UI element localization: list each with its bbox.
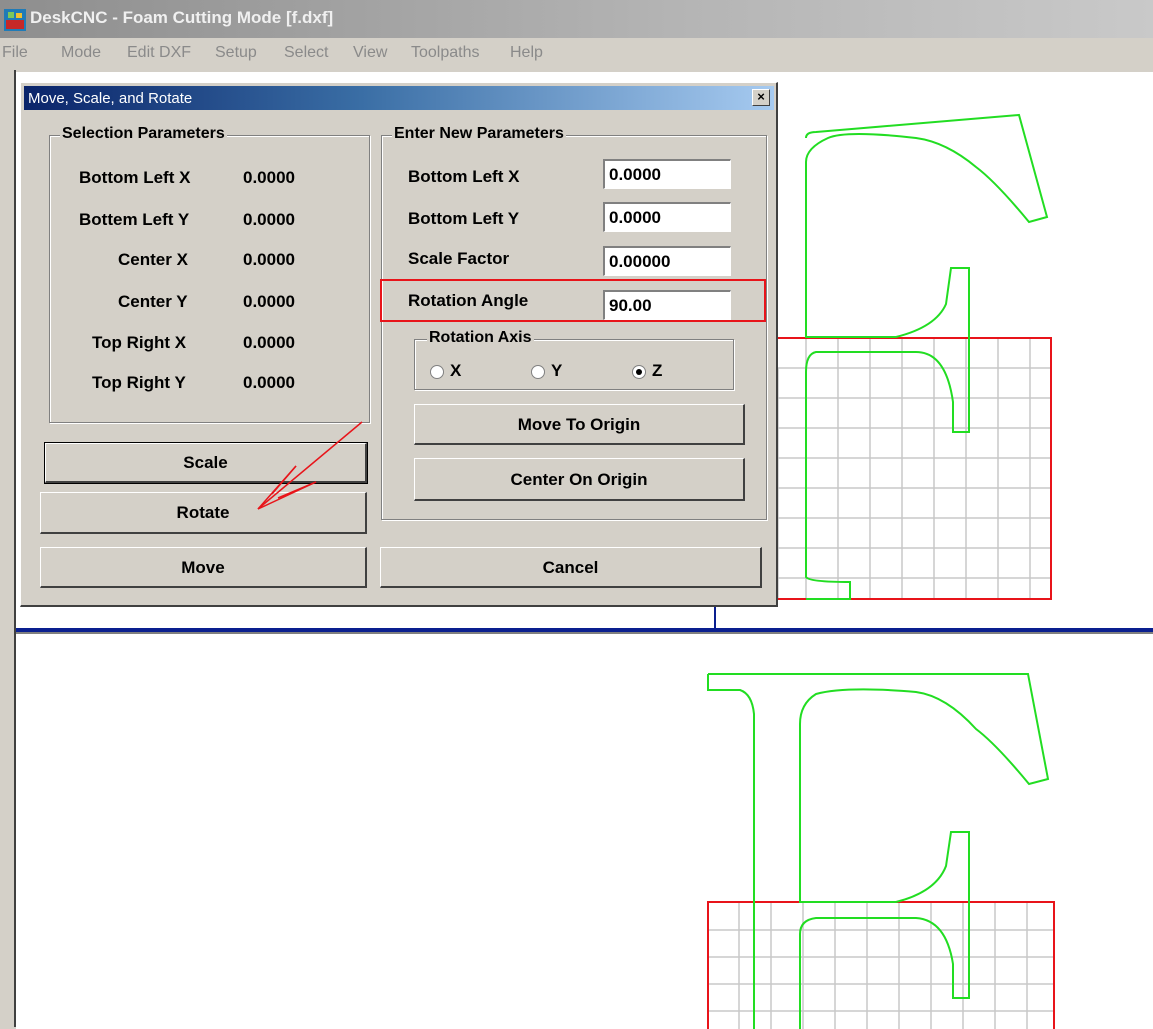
sel-value-top-right-y: 0.0000	[243, 373, 295, 392]
radio-icon	[430, 364, 444, 379]
sel-value-center-y: 0.0000	[243, 292, 295, 311]
bottom-view-drawing	[707, 673, 1055, 1029]
axis-x-radio[interactable]: X	[430, 361, 461, 381]
sel-label-top-right-x: Top Right X	[92, 333, 187, 352]
scale-factor-input[interactable]	[603, 246, 731, 276]
axis-y-radio[interactable]: Y	[531, 361, 562, 381]
bottom-view-canvas[interactable]	[16, 632, 1153, 1029]
radio-selected-icon	[632, 364, 646, 379]
new-parameters-title: Enter New Parameters	[392, 125, 566, 143]
menu-select[interactable]: Select	[284, 44, 328, 62]
axis-y-label: Y	[551, 361, 563, 380]
sel-value-top-right-x: 0.0000	[243, 333, 295, 352]
stock-outline-bottom	[707, 901, 1055, 1029]
menu-view[interactable]: View	[353, 44, 387, 62]
menu-toolpaths[interactable]: Toolpaths	[411, 44, 480, 62]
stock-outline	[778, 337, 1052, 600]
rotation-axis-title: Rotation Axis	[427, 329, 534, 347]
axis-x-label: X	[450, 361, 462, 380]
scale-button[interactable]: Scale	[44, 442, 368, 484]
radio-icon	[531, 364, 545, 379]
mdi-frame	[0, 70, 16, 1027]
axis-z-radio[interactable]: Z	[632, 361, 662, 381]
new-label-bottom-left-y: Bottom Left Y	[408, 209, 520, 228]
move-button[interactable]: Move	[40, 547, 367, 588]
menu-help[interactable]: Help	[510, 44, 543, 62]
new-label-scale-factor: Scale Factor	[408, 249, 510, 268]
cancel-button[interactable]: Cancel	[380, 547, 762, 588]
center-on-origin-button[interactable]: Center On Origin	[414, 458, 745, 501]
sel-label-bottom-left-y: Bottem Left Y	[79, 210, 190, 229]
stock-grid	[777, 338, 1051, 599]
rotate-button[interactable]: Rotate	[40, 492, 367, 534]
part-profile	[805, 113, 1049, 600]
sel-label-top-right-y: Top Right Y	[92, 373, 186, 392]
dialog-title: Move, Scale, and Rotate	[28, 90, 193, 107]
sel-label-center-x: Center X	[118, 250, 188, 269]
new-label-bottom-left-x: Bottom Left X	[408, 167, 520, 186]
menu-file[interactable]: File	[2, 44, 28, 62]
menu-bar: File Mode Edit DXF Setup Select View Too…	[0, 38, 1153, 70]
sel-label-center-y: Center Y	[118, 292, 188, 311]
selection-parameters-title: Selection Parameters	[60, 125, 227, 143]
window-title: DeskCNC - Foam Cutting Mode [f.dxf]	[30, 8, 334, 27]
close-icon[interactable]: ×	[752, 89, 770, 106]
bottom-left-y-input[interactable]	[603, 202, 731, 232]
sel-value-bottom-left-x: 0.0000	[243, 168, 295, 187]
axis-z-label: Z	[652, 361, 663, 380]
part-profile-bottom	[707, 673, 1050, 1029]
sel-value-center-x: 0.0000	[243, 250, 295, 269]
menu-mode[interactable]: Mode	[61, 44, 101, 62]
dialog-titlebar: Move, Scale, and Rotate ×	[24, 86, 774, 110]
sel-label-bottom-left-x: Bottom Left X	[79, 168, 191, 187]
menu-edit-dxf[interactable]: Edit DXF	[127, 44, 191, 62]
app-icon	[4, 9, 26, 31]
rotation-angle-highlight	[380, 279, 766, 322]
stock-grid-bottom	[708, 902, 1054, 1029]
bottom-left-x-input[interactable]	[603, 159, 731, 189]
move-to-origin-button[interactable]: Move To Origin	[414, 404, 745, 445]
window-titlebar: DeskCNC - Foam Cutting Mode [f.dxf]	[0, 0, 1153, 38]
menu-setup[interactable]: Setup	[215, 44, 257, 62]
rotation-axis-group: Rotation Axis	[414, 329, 734, 390]
sel-value-bottom-left-y: 0.0000	[243, 210, 295, 229]
